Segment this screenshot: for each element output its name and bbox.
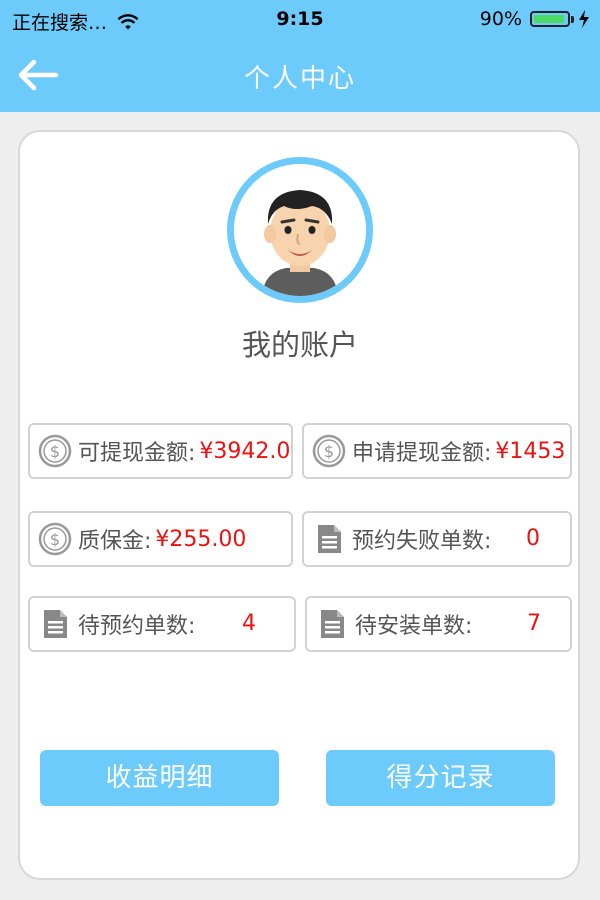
- score-record-button[interactable]: 得分记录: [326, 750, 555, 806]
- header-bar: 正在搜索… 9:15 90% 个人中心: [0, 0, 600, 112]
- dollar-coin-icon: $: [312, 434, 346, 468]
- dollar-coin-icon: $: [38, 434, 72, 468]
- avatar[interactable]: [227, 157, 373, 303]
- document-icon: [44, 610, 67, 638]
- svg-text:$: $: [50, 442, 60, 461]
- charging-bolt-icon: [579, 10, 589, 28]
- dollar-coin-icon: $: [38, 522, 72, 556]
- deposit-amount: $ 质保金: ¥255.00: [28, 511, 293, 567]
- battery-nub: [571, 15, 574, 23]
- deposit-label: 质保金:: [78, 529, 152, 554]
- requested-label: 申请提现金额:: [352, 441, 492, 466]
- failed-orders-count: 预约失败单数: 0: [302, 511, 572, 567]
- page-title: 个人中心: [243, 64, 356, 94]
- battery-icon: [530, 11, 570, 27]
- requested-value: ¥1453: [495, 438, 566, 464]
- pending-reservation-label: 待预约单数:: [78, 614, 196, 639]
- pending-reservation-count: 待预约单数: 4: [28, 596, 296, 652]
- svg-text:$: $: [324, 442, 334, 461]
- failed-orders-value: 0: [526, 526, 540, 551]
- withdrawable-label: 可提现金额:: [78, 441, 196, 466]
- avatar-icon: [234, 164, 366, 296]
- pending-install-count: 待安装单数: 7: [305, 596, 572, 652]
- requested-withdrawal-amount: $ 申请提现金额: ¥1453: [302, 423, 572, 479]
- status-bar: 正在搜索… 9:15 90%: [0, 0, 600, 40]
- failed-orders-label: 预约失败单数:: [352, 529, 492, 554]
- withdrawable-value: ¥3942.0: [199, 438, 291, 464]
- income-detail-button[interactable]: 收益明细: [40, 750, 279, 806]
- deposit-value: ¥255.00: [155, 526, 247, 552]
- withdrawable-amount: $ 可提现金额: ¥3942.0: [28, 423, 293, 479]
- document-icon: [318, 525, 341, 553]
- battery-status: 90%: [480, 8, 590, 30]
- pending-install-label: 待安装单数:: [355, 614, 473, 639]
- svg-text:$: $: [50, 530, 60, 549]
- pending-reservation-value: 4: [242, 611, 256, 636]
- document-icon: [321, 610, 344, 638]
- battery-percent: 90%: [479, 8, 522, 30]
- account-title: 我的账户: [241, 328, 358, 362]
- pending-install-value: 7: [527, 611, 541, 636]
